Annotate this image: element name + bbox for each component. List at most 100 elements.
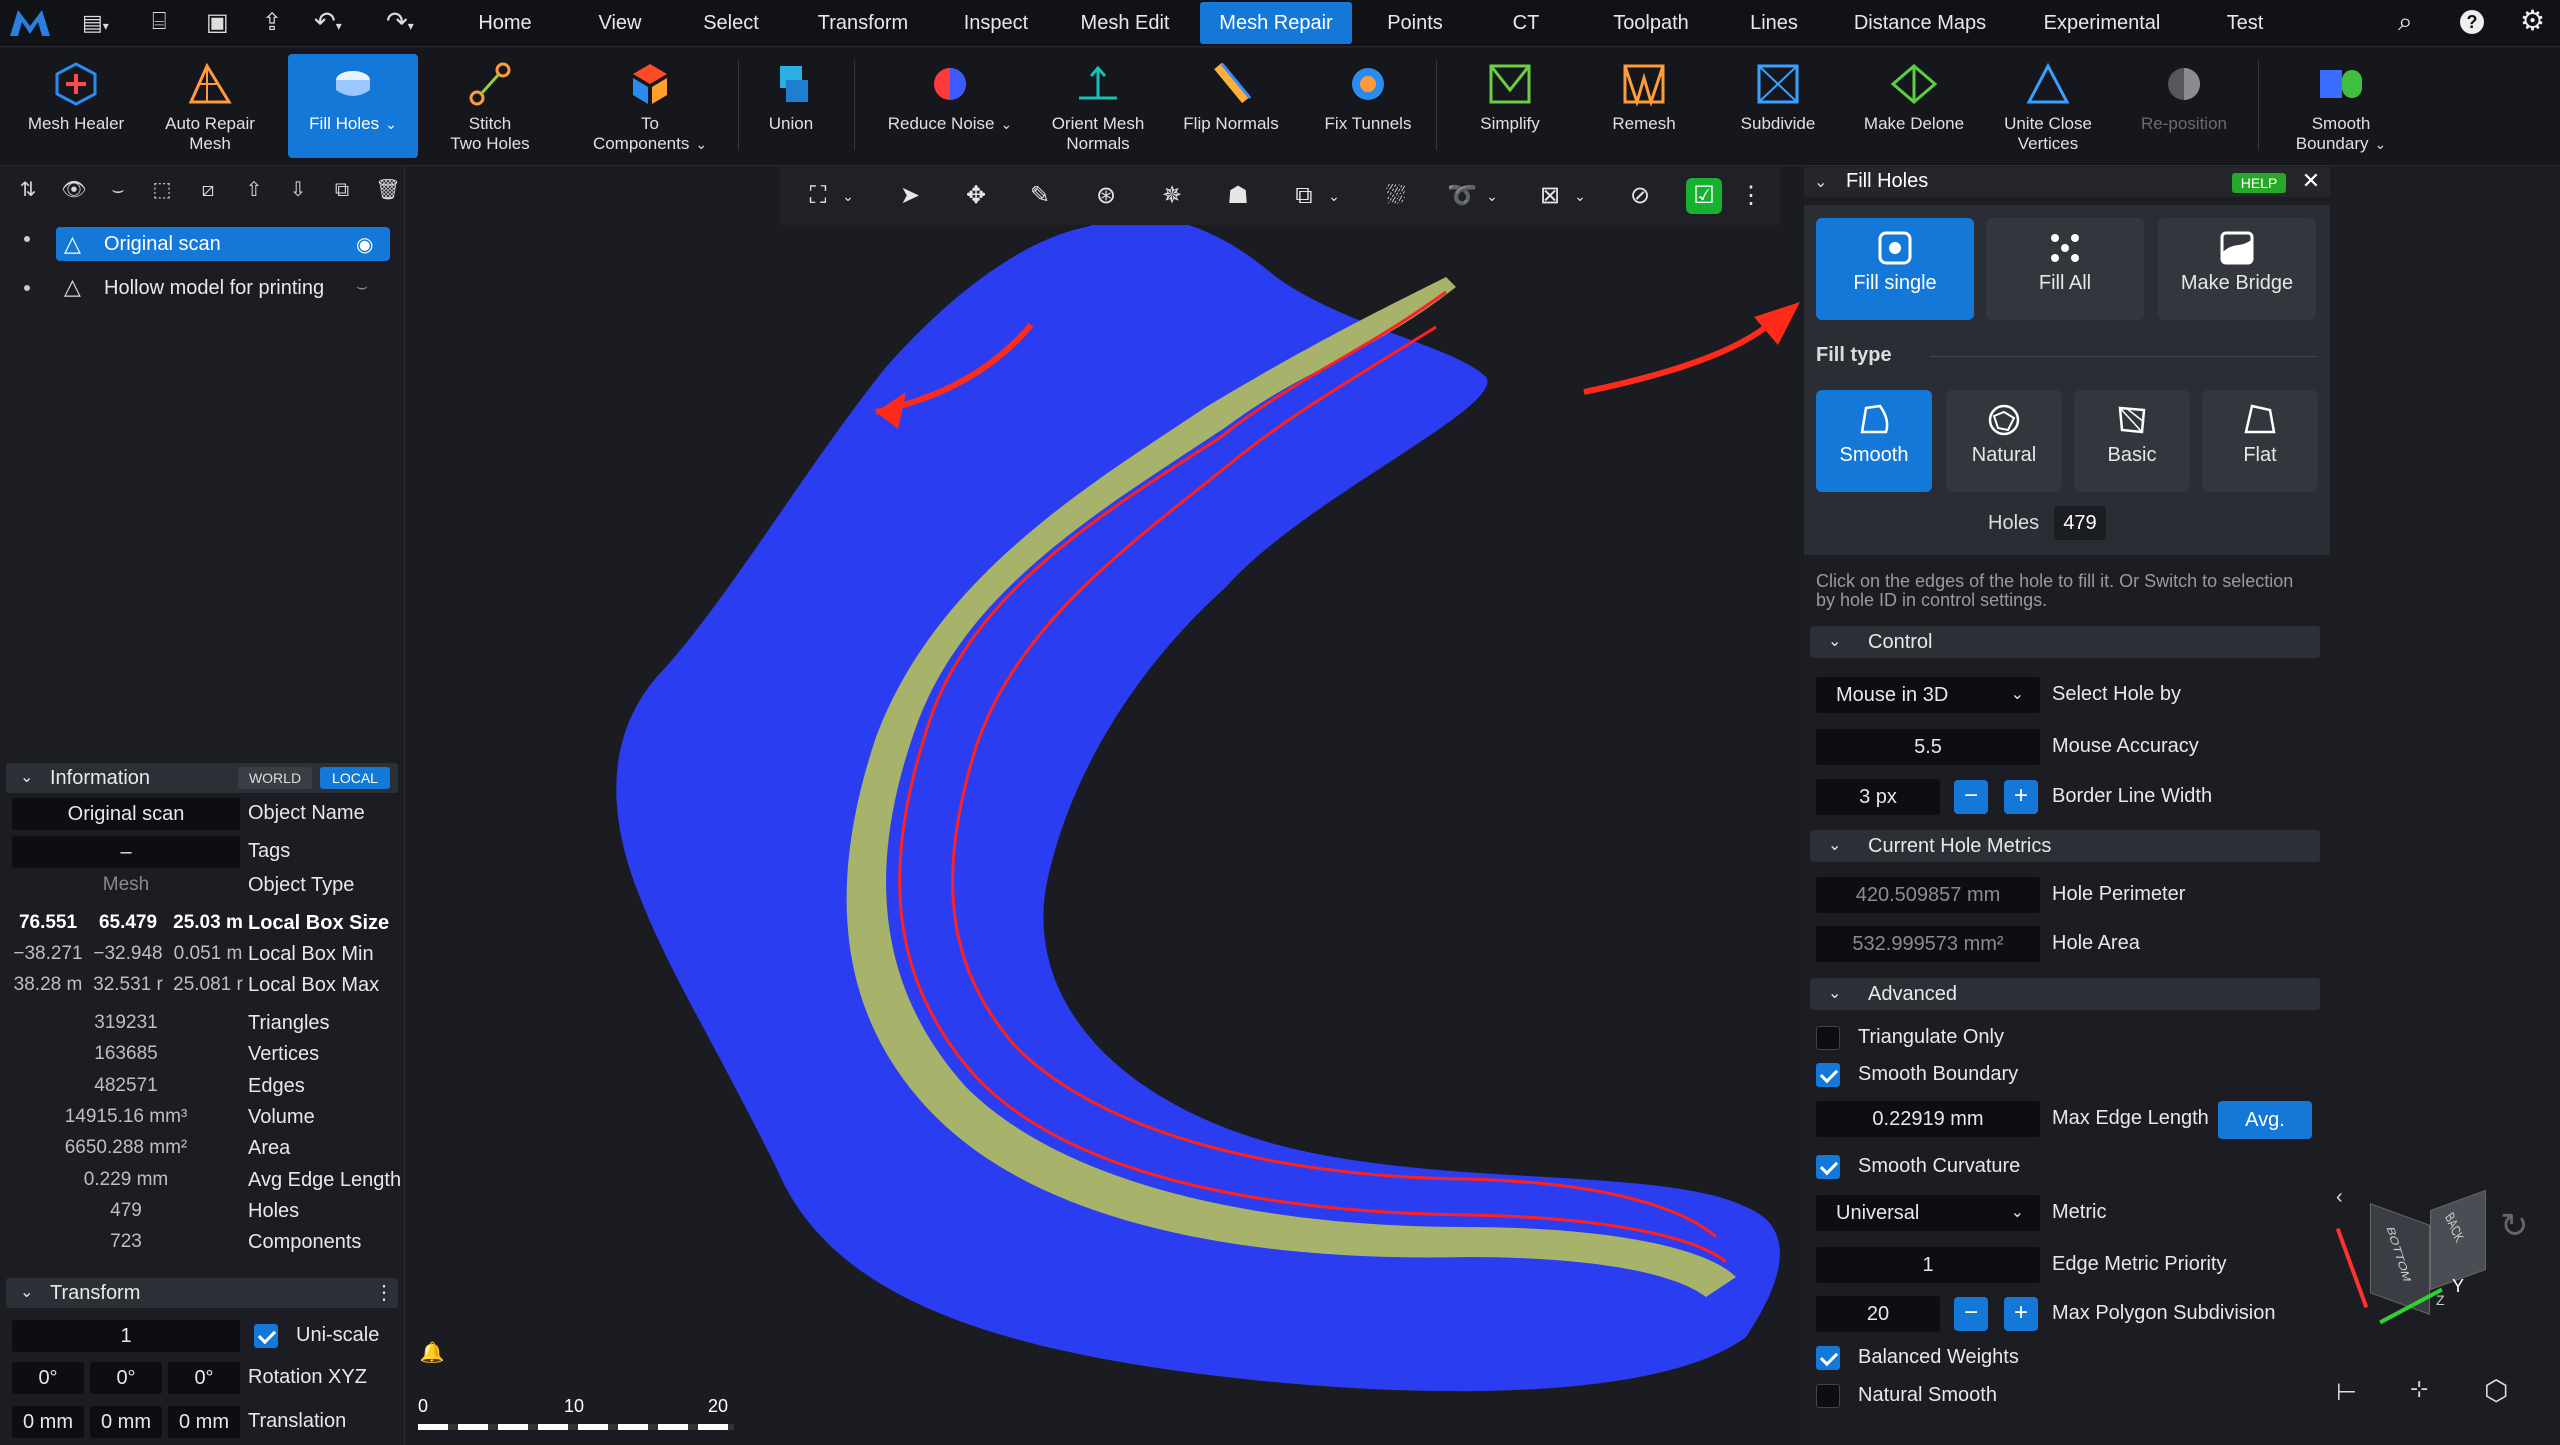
projection-dropdown-icon[interactable]: ⌄ <box>1324 178 1344 214</box>
delete-trash-icon[interactable]: 🗑 <box>374 176 402 204</box>
file-menu-icon[interactable]: ▤▾ <box>82 10 128 38</box>
menu-test[interactable]: Test <box>2220 0 2270 47</box>
hidden-eye-icon[interactable]: ⌣ <box>356 276 380 300</box>
focus-center-icon[interactable]: ⊹ <box>2410 1376 2444 1406</box>
confirm-check-icon[interactable]: ☑ <box>1686 178 1722 214</box>
move-down-icon[interactable]: ⇩ <box>284 176 312 204</box>
view-cube[interactable]: ‹ BOTTOM BACK Y Z ↻ <box>2335 1186 2536 1336</box>
close-icon[interactable]: ✕ <box>2300 168 2322 194</box>
hide-eye-icon[interactable]: ⌣ <box>104 176 132 204</box>
sort-az-icon[interactable]: ⇅ <box>14 176 42 204</box>
natural-smooth-checkbox[interactable] <box>1816 1384 1840 1408</box>
menu-toolpath[interactable]: Toolpath <box>1604 0 1698 47</box>
reduce-noise-button[interactable]: Reduce Noise ⌄ <box>880 54 1020 158</box>
mesh-healer-button[interactable]: Mesh Healer <box>22 54 130 158</box>
box-select-icon[interactable]: ⊠ <box>1532 178 1568 214</box>
app-logo[interactable] <box>8 6 52 40</box>
search-icon[interactable]: ⌕ <box>2398 6 2428 36</box>
simplify-button[interactable]: Simplify <box>1460 54 1560 158</box>
duplicate-icon[interactable]: ⧉ <box>328 176 356 204</box>
settings-gear-icon[interactable]: ⚙ <box>2520 4 2550 36</box>
select-all-icon[interactable]: ⬚ <box>148 176 176 204</box>
lasso-icon[interactable]: ➰ <box>1444 178 1480 214</box>
rotate-icon[interactable]: ⊛ <box>1088 178 1124 214</box>
edge-metric-priority-field[interactable]: 1 <box>1816 1247 2040 1283</box>
mesh-render[interactable] <box>406 167 1804 1445</box>
fill-type-smooth-button[interactable]: Smooth <box>1816 390 1932 492</box>
move-icon[interactable]: ✥ <box>958 178 994 214</box>
fill-all-button[interactable]: Fill All <box>1986 218 2144 320</box>
lasso-dropdown-icon[interactable]: ⌄ <box>1482 178 1502 214</box>
fit-view-icon[interactable]: ⛶ <box>800 178 836 214</box>
select-pointer-icon[interactable]: ➤ <box>892 178 928 214</box>
rotation-z-field[interactable]: 0° <box>168 1362 240 1394</box>
make-delone-button[interactable]: Make Delone <box>1856 54 1972 158</box>
stitch-two-holes-button[interactable]: Stitch Two Holes <box>430 54 550 158</box>
menu-inspect[interactable]: Inspect <box>956 0 1036 47</box>
3d-viewport[interactable] <box>406 167 1804 1445</box>
notification-bell-icon[interactable]: 🔔 <box>418 1340 446 1368</box>
menu-select[interactable]: Select <box>696 0 766 47</box>
smooth-boundary-button[interactable]: Smooth Boundary ⌄ <box>2276 54 2406 158</box>
remesh-button[interactable]: Remesh <box>1594 54 1694 158</box>
orient-mesh-normals-button[interactable]: Orient Mesh Normals <box>1040 54 1156 158</box>
balanced-weights-checkbox[interactable] <box>1816 1346 1840 1370</box>
fill-single-button[interactable]: Fill single <box>1816 218 1974 320</box>
transform-section-header[interactable]: ⌄ Transform <box>6 1278 398 1308</box>
make-bridge-button[interactable]: Make Bridge <box>2158 218 2316 320</box>
union-button[interactable]: Union <box>746 54 836 158</box>
translation-y-field[interactable]: 0 mm <box>90 1406 162 1438</box>
box-dropdown-icon[interactable]: ⌄ <box>1570 178 1590 214</box>
metrics-section-header[interactable]: ⌄ Current Hole Metrics <box>1810 830 2320 862</box>
local-toggle[interactable]: LOCAL <box>320 767 390 789</box>
shading-icon[interactable]: ☗ <box>1220 178 1256 214</box>
menu-points[interactable]: Points <box>1380 0 1450 47</box>
control-section-header[interactable]: ⌄ Control <box>1810 626 2320 658</box>
translation-z-field[interactable]: 0 mm <box>168 1406 240 1438</box>
panel-collapse-icon[interactable]: ⌄ <box>1814 172 1832 192</box>
max-polygon-subdivision-field[interactable]: 20 <box>1816 1296 1940 1332</box>
snap-icon[interactable]: ⊘ <box>1622 178 1658 214</box>
increment-button[interactable]: + <box>2004 1297 2038 1331</box>
viewcube-collapse-icon[interactable]: ‹ <box>2336 1186 2356 1208</box>
tags-field[interactable]: – <box>12 836 240 868</box>
re-position-button[interactable]: Re-position <box>2126 54 2242 158</box>
more-icon[interactable]: ⋮ <box>1736 178 1766 214</box>
fill-holes-button[interactable]: Fill Holes ⌄ <box>288 54 418 158</box>
undo-icon[interactable]: ↶▾ <box>314 6 358 36</box>
metric-dropdown[interactable]: Universal ⌄ <box>1816 1195 2040 1231</box>
projection-icon[interactable]: ⧉ <box>1286 178 1322 214</box>
move-up-icon[interactable]: ⇧ <box>240 176 268 204</box>
fill-type-basic-button[interactable]: Basic <box>2074 390 2190 492</box>
open-folder-icon[interactable]: ⌸ <box>152 8 182 38</box>
menu-ct[interactable]: CT <box>1506 0 1546 47</box>
decrement-button[interactable]: − <box>1954 1297 1988 1331</box>
rotate-view-arrows-icon[interactable]: ↻ <box>2500 1206 2534 1306</box>
fill-type-flat-button[interactable]: Flat <box>2202 390 2318 492</box>
menu-experimental[interactable]: Experimental <box>2034 0 2170 47</box>
to-components-button[interactable]: To Components ⌄ <box>580 54 720 158</box>
increment-button[interactable]: + <box>2004 780 2038 814</box>
fit-dropdown-icon[interactable]: ⌄ <box>838 178 858 214</box>
help-icon[interactable]: ? <box>2460 10 2484 34</box>
max-edge-length-field[interactable]: 0.22919 mm <box>1816 1101 2040 1137</box>
fill-type-natural-button[interactable]: Natural <box>1946 390 2062 492</box>
smooth-curvature-checkbox[interactable] <box>1816 1155 1840 1179</box>
show-eye-icon[interactable]: 👁 <box>60 176 88 204</box>
rotation-y-field[interactable]: 0° <box>90 1362 162 1394</box>
export-icon[interactable]: ⇪ <box>262 8 292 38</box>
flip-normals-button[interactable]: Flip Normals <box>1176 54 1286 158</box>
menu-distance-maps[interactable]: Distance Maps <box>1850 0 1990 47</box>
fix-tunnels-button[interactable]: Fix Tunnels <box>1310 54 1426 158</box>
menu-mesh-repair[interactable]: Mesh Repair <box>1200 2 1352 44</box>
border-line-width-field[interactable]: 3 px <box>1816 779 1940 815</box>
view-cube-toggle-icon[interactable]: ⬡ <box>2484 1374 2518 1408</box>
clipping-icon[interactable]: ⛆ <box>1378 178 1414 214</box>
unite-close-vertices-button[interactable]: Unite Close Vertices <box>1990 54 2106 158</box>
auto-repair-mesh-button[interactable]: Auto Repair Mesh <box>152 54 268 158</box>
object-name-field[interactable]: Original scan <box>12 798 240 830</box>
deselect-icon[interactable]: ⧄ <box>194 176 222 204</box>
tree-item-label[interactable]: Hollow model for printing <box>104 270 324 306</box>
decrement-button[interactable]: − <box>1954 780 1988 814</box>
menu-home[interactable]: Home <box>468 0 542 47</box>
